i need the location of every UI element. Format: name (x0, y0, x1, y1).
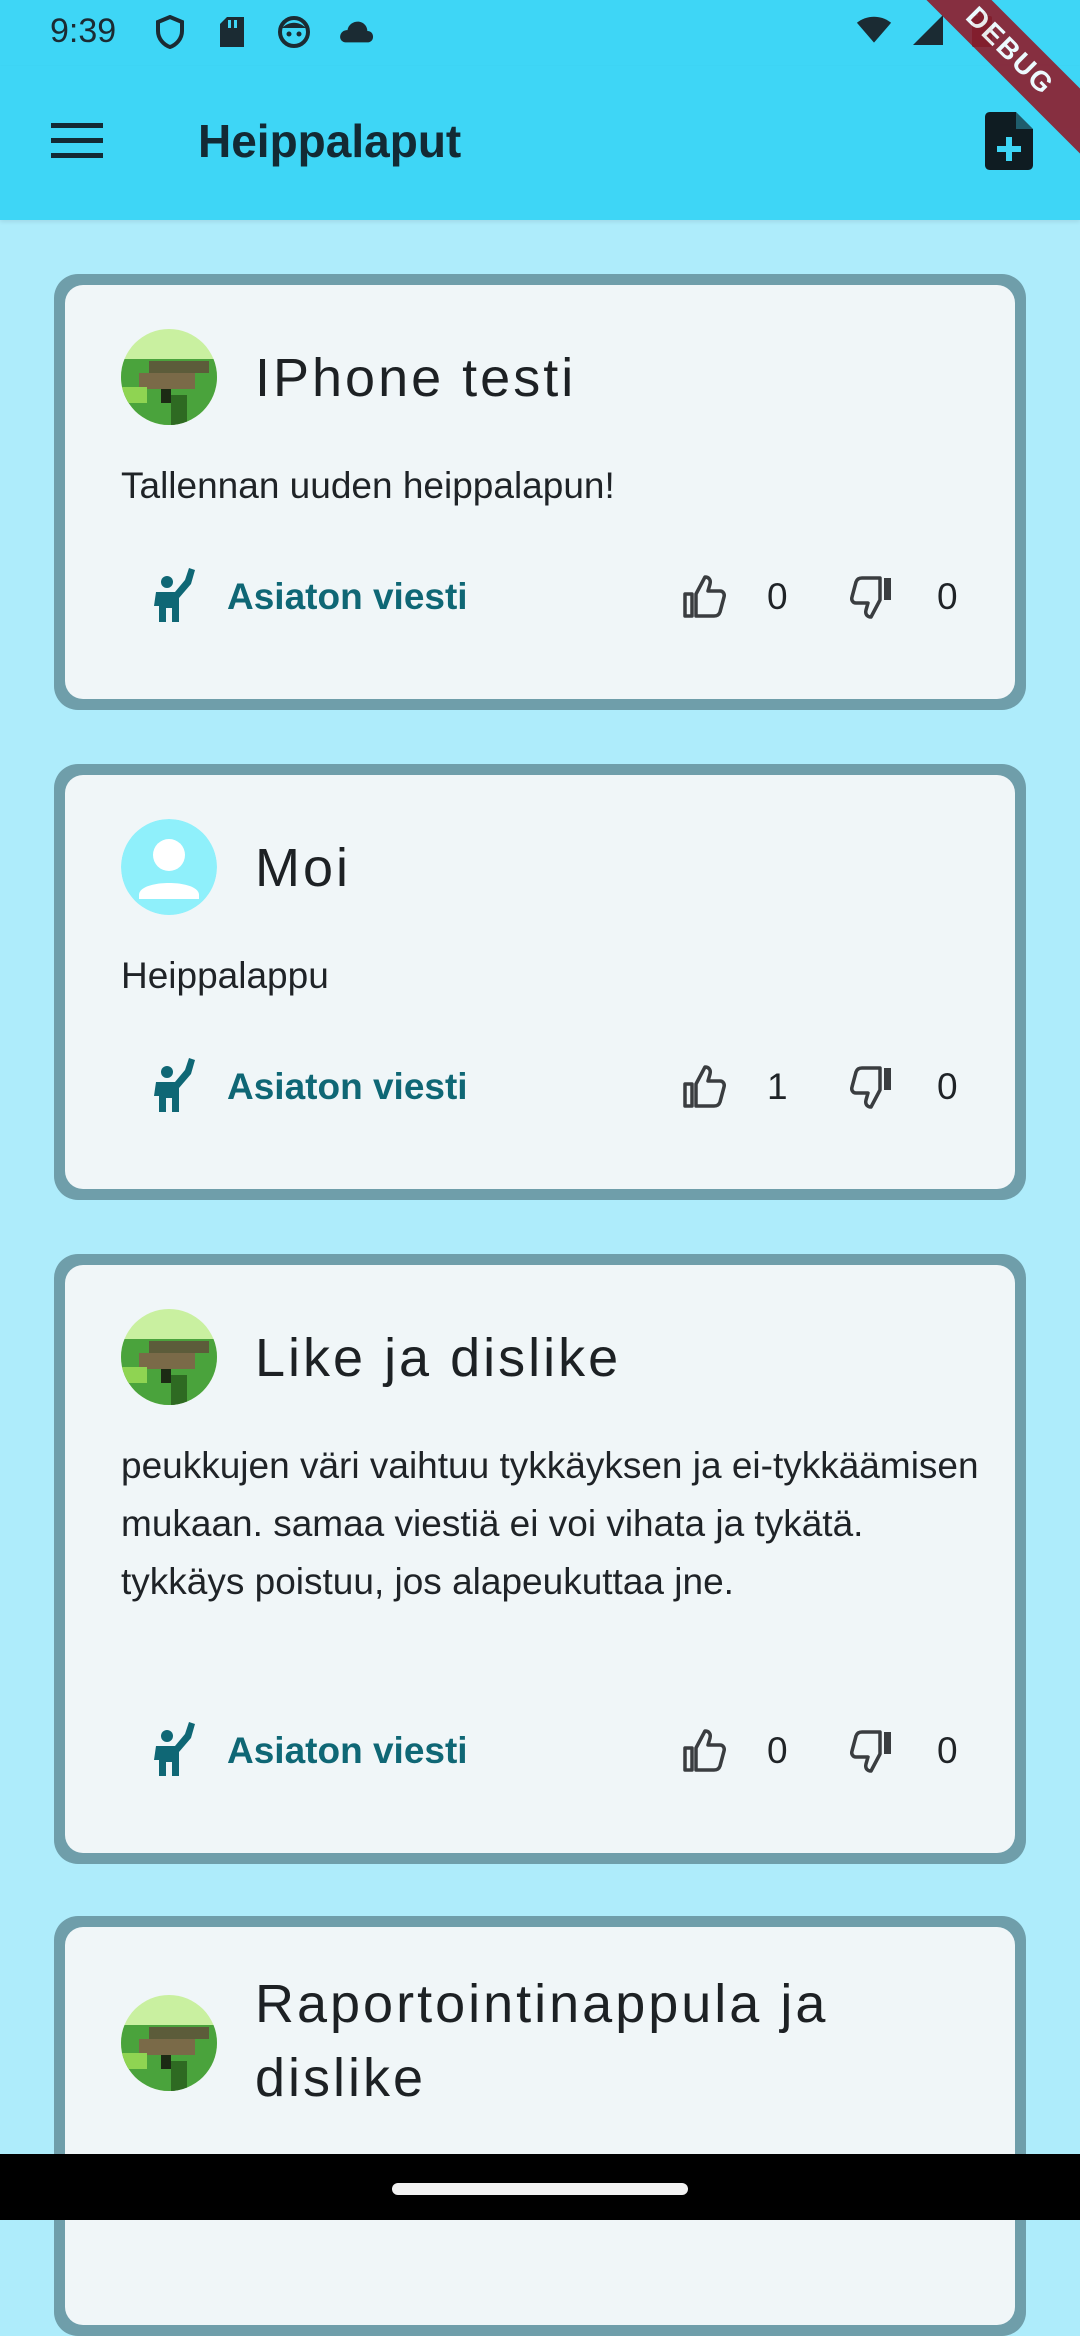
thumb-down-icon[interactable] (849, 1728, 895, 1774)
home-gesture-handle[interactable] (392, 2183, 688, 2195)
menu-button[interactable] (44, 116, 110, 170)
like-count: 1 (767, 1066, 788, 1107)
note-title: Raportointinappula ja dislike (255, 1974, 829, 2108)
pixel-avatar-icon (121, 329, 217, 425)
like-count: 0 (767, 1730, 788, 1771)
face-icon (276, 14, 312, 50)
pixel-avatar-icon (121, 1309, 217, 1405)
report-label: Asiaton viesti (227, 1066, 468, 1107)
report-person-icon (151, 1720, 197, 1783)
system-navigation-bar (0, 2154, 1080, 2220)
signal-icon (910, 12, 946, 48)
report-label: Asiaton viesti (227, 1730, 468, 1771)
pixel-avatar-icon (121, 1995, 217, 2091)
cloud-icon (338, 14, 374, 50)
thumb-up-icon[interactable] (681, 1728, 727, 1774)
thumb-up-icon[interactable] (681, 574, 727, 620)
wifi-icon (856, 12, 892, 48)
note-card: Raportointinappula ja dislike (54, 1916, 1026, 2336)
note-body: Tallennan uuden heippalapun! (121, 465, 615, 506)
note-add-icon (985, 111, 1033, 175)
add-note-button[interactable] (976, 110, 1042, 176)
report-button[interactable]: Asiaton viesti (151, 1716, 468, 1786)
note-body: Heippalappu (121, 955, 329, 996)
note-card: Moi Heippalappu Asiaton viesti 1 0 (54, 764, 1026, 1200)
dislike-count: 0 (937, 1066, 958, 1107)
report-label: Asiaton viesti (227, 576, 468, 617)
sd-card-icon (214, 14, 250, 50)
note-title: Like ja dislike (255, 1328, 622, 1388)
dislike-count: 0 (937, 1730, 958, 1771)
thumb-up-icon[interactable] (681, 1064, 727, 1110)
dislike-count: 0 (937, 576, 958, 617)
report-person-icon (151, 566, 197, 629)
page-title: Heippalaput (198, 115, 462, 167)
note-title: IPhone testi (255, 348, 577, 408)
report-button[interactable]: Asiaton viesti (151, 1052, 468, 1122)
shield-icon (152, 14, 188, 50)
default-person-avatar-icon (121, 819, 217, 915)
status-bar: 9:39 (0, 0, 1080, 66)
note-card: Like ja dislike peukkujen väri vaihtuu t… (54, 1254, 1026, 1864)
app-bar: Heippalaput (0, 66, 1080, 220)
report-button[interactable]: Asiaton viesti (151, 562, 468, 632)
like-count: 0 (767, 576, 788, 617)
note-body: peukkujen väri vaihtuu tykkäyksen ja ei-… (121, 1445, 979, 1602)
note-title: Moi (255, 838, 352, 898)
hamburger-menu-icon (51, 122, 103, 164)
status-time: 9:39 (50, 12, 117, 50)
note-card: IPhone testi Tallennan uuden heippalapun… (54, 274, 1026, 710)
thumb-down-icon[interactable] (849, 1064, 895, 1110)
report-person-icon (151, 1056, 197, 1119)
thumb-down-icon[interactable] (849, 574, 895, 620)
